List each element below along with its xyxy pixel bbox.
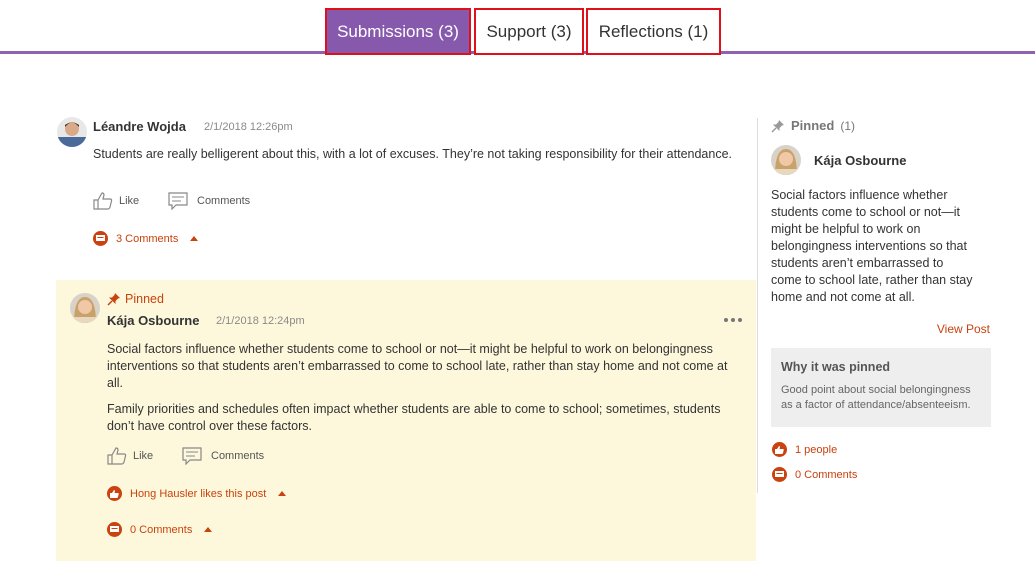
like-label: Like bbox=[119, 195, 140, 207]
pinned-label: Pinned bbox=[125, 292, 164, 306]
sidebar-people-count: 1 people bbox=[795, 443, 838, 456]
comments-count: 3 Comments bbox=[116, 232, 179, 245]
post-body-paragraph: Social factors influence whether student… bbox=[107, 342, 728, 390]
comment-bubble-icon bbox=[772, 467, 787, 482]
comment-icon bbox=[168, 192, 188, 210]
like-button[interactable]: Like bbox=[107, 447, 153, 465]
caret-up-icon bbox=[190, 236, 199, 241]
sidebar-pinned-label: Pinned bbox=[791, 118, 835, 133]
sidebar-divider bbox=[757, 118, 758, 493]
comment-bubble-icon bbox=[93, 231, 108, 246]
sidebar-pinned-header: Pinned (1) bbox=[771, 118, 855, 133]
tab-reflections[interactable]: Reflections (1) bbox=[586, 8, 721, 55]
author-name[interactable]: Léandre Wojda bbox=[93, 119, 186, 134]
view-post-link[interactable]: View Post bbox=[937, 322, 990, 336]
author-name[interactable]: Kája Osbourne bbox=[107, 313, 199, 328]
like-label: Like bbox=[133, 450, 154, 462]
sidebar-post-excerpt: Social factors influence whether student… bbox=[771, 188, 973, 304]
why-pinned-box: Why it was pinned Good point about socia… bbox=[771, 348, 991, 427]
timestamp: 2/1/2018 12:24pm bbox=[216, 315, 305, 327]
comments-toggle[interactable]: 0 Comments bbox=[107, 522, 213, 537]
why-pinned-title: Why it was pinned bbox=[781, 360, 891, 374]
like-button[interactable]: Like bbox=[93, 192, 139, 210]
thumbs-up-icon bbox=[93, 192, 113, 210]
likes-text: Hong Hausler likes this post bbox=[130, 487, 267, 500]
pin-icon bbox=[771, 119, 784, 133]
why-pinned-body: Good point about social belongingness as… bbox=[781, 384, 971, 411]
thumbs-up-badge-icon bbox=[107, 486, 122, 501]
tab-support[interactable]: Support (3) bbox=[474, 8, 584, 55]
likes-toggle[interactable]: Hong Hausler likes this post bbox=[107, 486, 287, 501]
comment-icon bbox=[182, 447, 202, 465]
comments-label: Comments bbox=[197, 195, 251, 207]
pinned-indicator: Pinned bbox=[107, 292, 164, 306]
pin-icon bbox=[107, 293, 120, 306]
sidebar-comments-count: 0 Comments bbox=[795, 468, 858, 481]
comments-count: 0 Comments bbox=[130, 523, 193, 536]
comments-label: Comments bbox=[211, 450, 265, 462]
comment-bubble-icon bbox=[107, 522, 122, 537]
avatar[interactable] bbox=[57, 117, 87, 147]
caret-up-icon bbox=[204, 527, 213, 532]
post-body: Students are really belligerent about th… bbox=[93, 147, 733, 161]
thumbs-up-badge-icon bbox=[772, 442, 787, 457]
avatar[interactable] bbox=[771, 145, 801, 175]
comments-toggle[interactable]: 3 Comments bbox=[93, 231, 199, 246]
tab-submissions[interactable]: Submissions (3) bbox=[325, 8, 471, 55]
sidebar-pinned-count: (1) bbox=[840, 118, 856, 133]
post-body-paragraph: Family priorities and schedules often im… bbox=[107, 402, 721, 433]
sidebar-author-name[interactable]: Kája Osbourne bbox=[814, 153, 906, 168]
comments-button[interactable]: Comments bbox=[168, 192, 250, 210]
thumbs-up-icon bbox=[107, 447, 127, 465]
more-options-icon[interactable] bbox=[724, 318, 742, 322]
timestamp: 2/1/2018 12:26pm bbox=[204, 121, 293, 133]
comments-button[interactable]: Comments bbox=[182, 447, 264, 465]
caret-up-icon bbox=[278, 491, 287, 496]
avatar[interactable] bbox=[70, 293, 100, 323]
sidebar-likes-link[interactable]: 1 people bbox=[772, 442, 837, 457]
sidebar-comments-link[interactable]: 0 Comments bbox=[772, 467, 857, 482]
